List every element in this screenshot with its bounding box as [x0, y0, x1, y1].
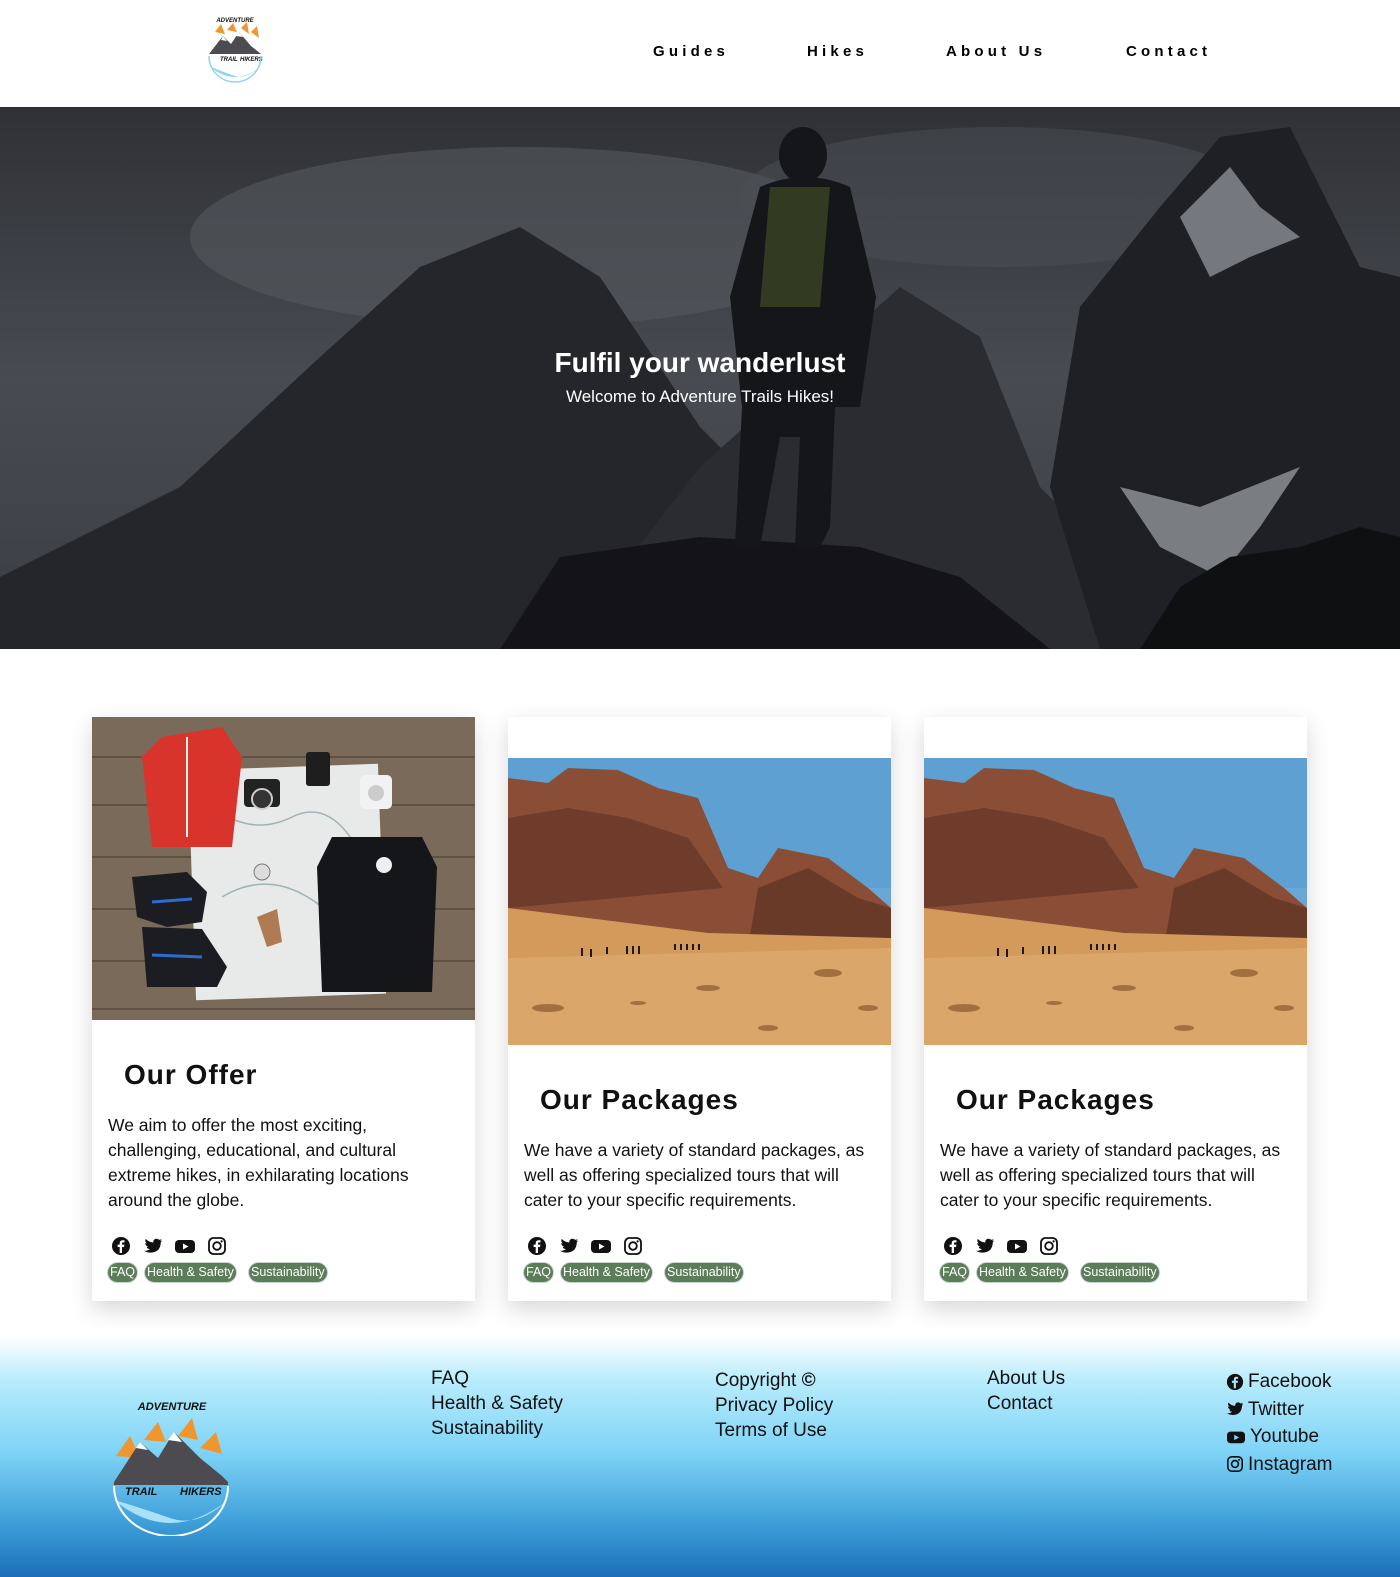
card-text: We aim to offer the most exciting, chall… — [108, 1115, 409, 1210]
instagram-icon — [1226, 1456, 1244, 1473]
logo-text-top: ADVENTURE — [215, 18, 254, 24]
nav-link-guides[interactable]: Guides — [653, 43, 729, 60]
card-social-icons — [111, 1236, 311, 1258]
tag-sustainability[interactable]: Sustainability — [249, 1263, 327, 1282]
page: ADVENTURE TRAIL HIKERS Guides Hikes Abou… — [0, 0, 1400, 1577]
nav-link-hikes[interactable]: Hikes — [807, 43, 868, 60]
card-our-offer: Our Offer We aim to offer the most excit… — [92, 717, 475, 1301]
copyright-icon: © — [801, 1370, 816, 1391]
card-title: Our Packages — [540, 1084, 739, 1115]
footer-social-label: Youtube — [1250, 1426, 1320, 1448]
tag-health-safety[interactable]: Health & Safety — [561, 1263, 652, 1282]
footer-social-links: Facebook Twitter Youtube Instagram — [1226, 1368, 1332, 1478]
footer-link-facebook[interactable]: Facebook — [1226, 1368, 1332, 1396]
facebook-icon — [1226, 1373, 1244, 1390]
twitter-icon[interactable] — [559, 1236, 579, 1256]
facebook-icon[interactable] — [111, 1236, 131, 1256]
desert-hikers-image — [924, 758, 1307, 1045]
footer-col-company: About Us Contact — [987, 1366, 1065, 1416]
main-nav: Guides Hikes About Us Contact — [0, 43, 1400, 67]
footer-link-privacy-policy[interactable]: Privacy Policy — [715, 1393, 833, 1418]
tag-health-safety[interactable]: Health & Safety — [977, 1263, 1068, 1282]
logo-text-top: ADVENTURE — [137, 1401, 207, 1413]
footer-copyright[interactable]: Copyright © — [715, 1368, 833, 1393]
card-tags: FAQ Health & Safety Sustainability — [940, 1263, 1300, 1283]
twitter-icon[interactable] — [975, 1236, 995, 1256]
footer-logo[interactable]: ADVENTURE TRAIL HIKERS — [110, 1396, 232, 1537]
copyright-label: Copyright — [715, 1370, 797, 1391]
card-text: We have a variety of standard packages, … — [524, 1140, 865, 1210]
youtube-icon — [1227, 1431, 1245, 1444]
site-footer: ADVENTURE TRAIL HIKERS FAQ Health & Safe… — [0, 1336, 1400, 1577]
footer-social-label: Instagram — [1248, 1453, 1333, 1475]
hero-title: Fulfil your wanderlust — [554, 347, 846, 378]
twitter-icon[interactable] — [143, 1236, 163, 1256]
youtube-icon[interactable] — [590, 1236, 614, 1256]
nav-link-about-us[interactable]: About Us — [946, 43, 1046, 60]
instagram-icon[interactable] — [623, 1236, 643, 1256]
footer-social-label: Twitter — [1248, 1398, 1304, 1420]
logo-text-left: TRAIL — [125, 1486, 158, 1498]
tag-sustainability[interactable]: Sustainability — [665, 1263, 743, 1282]
desert-hikers-image — [508, 758, 891, 1045]
facebook-icon[interactable] — [527, 1236, 547, 1256]
footer-link-twitter[interactable]: Twitter — [1226, 1396, 1332, 1424]
tag-faq[interactable]: FAQ — [940, 1263, 970, 1282]
footer-link-about-us[interactable]: About Us — [987, 1366, 1065, 1391]
instagram-icon[interactable] — [207, 1236, 227, 1256]
footer-col-help: FAQ Health & Safety Sustainability — [431, 1366, 563, 1441]
footer-link-sustainability[interactable]: Sustainability — [431, 1416, 563, 1441]
tag-sustainability[interactable]: Sustainability — [1081, 1263, 1159, 1282]
card-social-icons — [527, 1236, 727, 1258]
site-header: ADVENTURE TRAIL HIKERS Guides Hikes Abou… — [0, 0, 1400, 107]
card-tags: FAQ Health & Safety Sustainability — [524, 1263, 884, 1283]
card-tags: FAQ Health & Safety Sustainability — [108, 1263, 468, 1283]
card-our-packages: Our Packages We have a variety of standa… — [924, 717, 1307, 1301]
footer-link-contact[interactable]: Contact — [987, 1391, 1065, 1416]
hero-subtitle: Welcome to Adventure Trails Hikes! — [565, 387, 834, 406]
tag-faq[interactable]: FAQ — [108, 1263, 138, 1282]
card-title: Our Offer — [124, 1059, 258, 1090]
footer-link-faq[interactable]: FAQ — [431, 1366, 563, 1391]
tag-health-safety[interactable]: Health & Safety — [145, 1263, 236, 1282]
logo-text-right: HIKERS — [180, 1486, 222, 1498]
card-title: Our Packages — [956, 1084, 1155, 1115]
hero-banner: Fulfil your wanderlust Welcome to Advent… — [0, 107, 1400, 649]
footer-link-terms-of-use[interactable]: Terms of Use — [715, 1418, 833, 1443]
footer-link-youtube[interactable]: Youtube — [1226, 1423, 1332, 1451]
card-text: We have a variety of standard packages, … — [940, 1140, 1281, 1210]
footer-social-label: Facebook — [1248, 1371, 1332, 1393]
youtube-icon[interactable] — [1006, 1236, 1030, 1256]
footer-link-health-safety[interactable]: Health & Safety — [431, 1391, 563, 1416]
youtube-icon[interactable] — [174, 1236, 198, 1256]
card-social-icons — [943, 1236, 1143, 1258]
instagram-icon[interactable] — [1039, 1236, 1059, 1256]
footer-col-legal: Copyright © Privacy Policy Terms of Use — [715, 1368, 833, 1443]
footer-link-instagram[interactable]: Instagram — [1226, 1451, 1332, 1479]
twitter-icon — [1226, 1402, 1244, 1416]
travel-gear-flatlay-image — [92, 717, 475, 1020]
card-our-packages: Our Packages We have a variety of standa… — [508, 717, 891, 1301]
facebook-icon[interactable] — [943, 1236, 963, 1256]
tag-faq[interactable]: FAQ — [524, 1263, 554, 1282]
nav-link-contact[interactable]: Contact — [1126, 43, 1211, 60]
